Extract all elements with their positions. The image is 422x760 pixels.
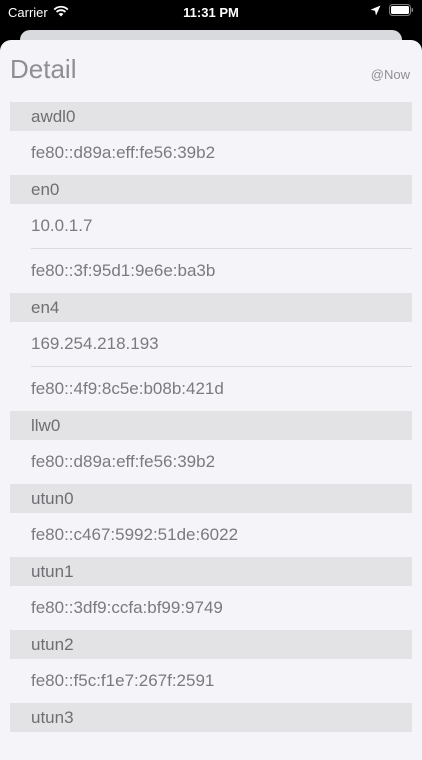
address-row[interactable]: fe80::f5c:f1e7:267f:2591 [31,659,422,703]
address-row[interactable]: fe80::3df9:ccfa:bf99:9749 [31,586,422,630]
address-row[interactable]: fe80::d89a:eff:fe56:39b2 [31,131,422,175]
address-row[interactable]: 10.0.1.7 [31,204,422,248]
detail-sheet: Detail @Now awdl0 fe80::d89a:eff:fe56:39b… [0,40,422,760]
section-header-1: en0 [10,175,412,204]
location-arrow-icon [370,4,381,19]
section-header-4: utun0 [10,484,412,513]
address-row[interactable]: fe80::d89a:eff:fe56:39b2 [31,440,422,484]
section-header-6: utun2 [10,630,412,659]
page-title: Detail [10,54,77,84]
status-bar: Carrier 11:31 PM [0,0,422,26]
interface-list[interactable]: awdl0 fe80::d89a:eff:fe56:39b2 en0 10.0.1.7… [0,102,422,732]
detail-header: Detail @Now [0,40,422,102]
address-row[interactable]: fe80::4f9:8c5e:b08b:421d [31,367,422,411]
section-header-0: awdl0 [10,102,412,131]
address-row[interactable]: 169.254.218.193 [31,322,422,366]
section-header-2: en4 [10,293,412,322]
battery-icon [389,4,414,19]
address-row[interactable]: fe80::3f:95d1:9e6e:ba3b [31,249,422,293]
section-header-3: llw0 [10,411,412,440]
address-row[interactable]: fe80::c467:5992:51de:6022 [31,513,422,557]
status-time: 11:31 PM [183,5,239,20]
section-header-7: utun3 [10,703,412,732]
timestamp-label: @Now [370,67,410,82]
status-right [370,4,414,19]
section-header-5: utun1 [10,557,412,586]
